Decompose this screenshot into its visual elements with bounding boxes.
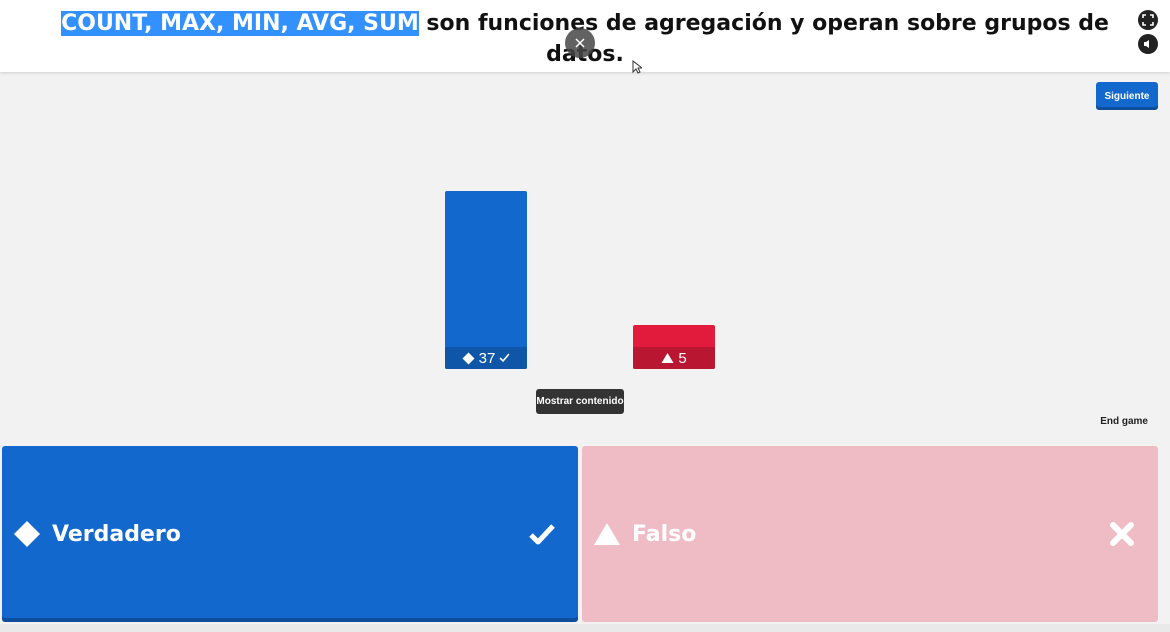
result-bar-verdadero: 37 (445, 191, 527, 369)
answer-true[interactable]: Verdadero (2, 446, 578, 622)
question-rest-text: son funciones de agregación y operan sob… (426, 11, 1109, 67)
diamond-icon (462, 352, 475, 364)
answer-label: Verdadero (52, 521, 181, 547)
triangle-icon (592, 519, 622, 549)
result-count: 37 (478, 349, 496, 367)
cross-icon (1108, 520, 1136, 548)
bottom-strip (0, 624, 1170, 632)
next-button[interactable]: Siguiente (1096, 82, 1158, 110)
result-count: 5 (678, 349, 687, 367)
result-bar-falso: 5 (633, 325, 715, 369)
end-game-link[interactable]: End game (1100, 416, 1148, 427)
check-icon (528, 520, 556, 548)
close-icon[interactable] (565, 28, 595, 58)
result-bar-label: 37 (445, 347, 527, 369)
result-bar-label: 5 (633, 347, 715, 369)
fullscreen-icon[interactable] (1138, 10, 1158, 30)
triangle-icon (661, 353, 674, 363)
check-icon (499, 353, 510, 363)
question-bar: COUNT, MAX, MIN, AVG, SUM son funciones … (0, 0, 1170, 74)
volume-icon[interactable] (1138, 34, 1158, 54)
answer-label: Falso (632, 521, 697, 547)
diamond-icon (12, 519, 42, 549)
mouse-cursor-icon (632, 60, 642, 74)
answer-false[interactable]: Falso (582, 446, 1158, 622)
question-highlighted-text: COUNT, MAX, MIN, AVG, SUM (61, 11, 419, 36)
show-content-button[interactable]: Mostrar contenido (536, 389, 624, 414)
